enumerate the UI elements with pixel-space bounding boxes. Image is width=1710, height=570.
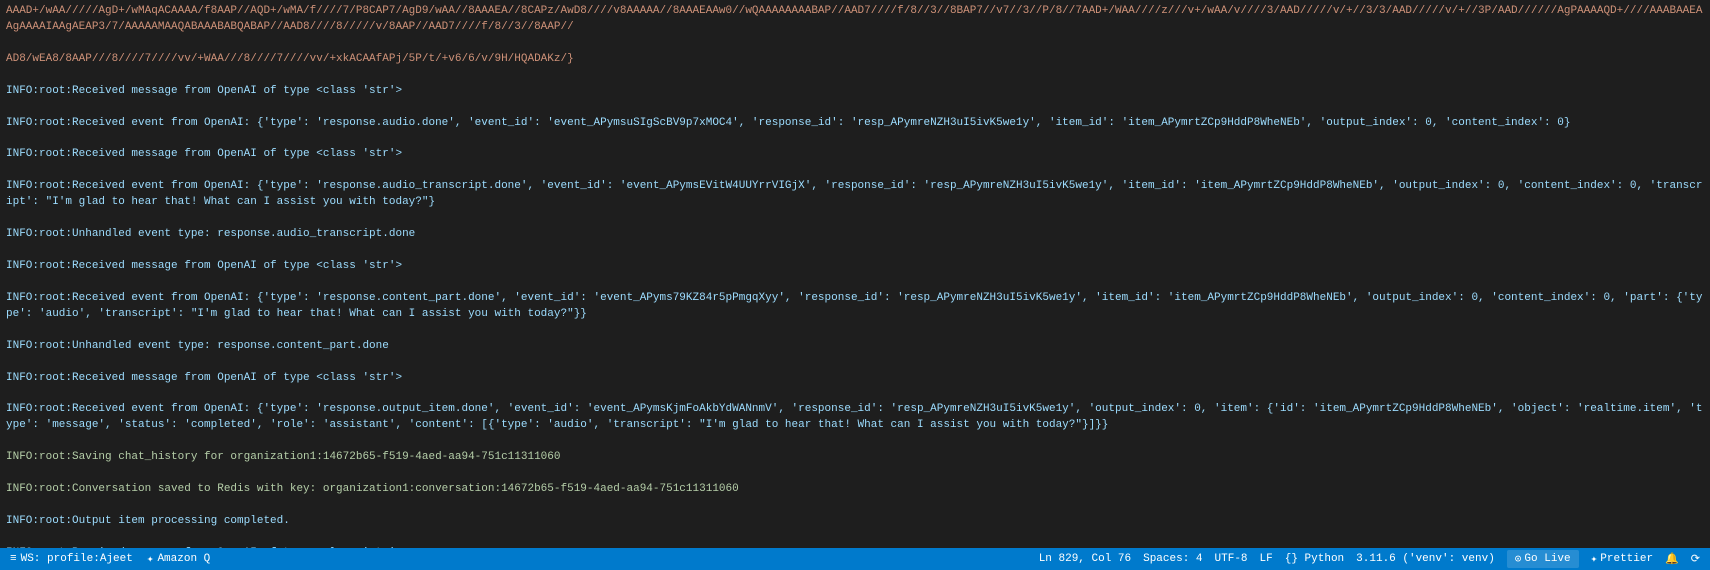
- encoding-label: UTF-8: [1215, 553, 1248, 565]
- sync-button[interactable]: ⟳: [1691, 552, 1700, 566]
- go-live-button[interactable]: ⊙ Go Live: [1507, 550, 1579, 568]
- spaces-label: Spaces: 4: [1143, 553, 1202, 565]
- status-left: ≡ WS: profile:Ajeet ✦ Amazon Q: [10, 552, 1039, 566]
- go-live-label: Go Live: [1524, 553, 1570, 565]
- log-line: INFO:root:Received event from OpenAI: {'…: [6, 179, 1704, 211]
- spaces-indicator[interactable]: Spaces: 4: [1143, 553, 1202, 565]
- sync-icon: ⟳: [1691, 552, 1700, 566]
- python-version[interactable]: 3.11.6 ('venv': venv): [1356, 553, 1495, 565]
- eol-label: LF: [1260, 553, 1273, 565]
- eol-indicator[interactable]: LF: [1260, 553, 1273, 565]
- amazon-q[interactable]: ✦ Amazon Q: [147, 552, 210, 566]
- log-line: AD8/wEA8/8AAP///8////7////vv/+WAA///8///…: [6, 52, 1704, 68]
- language-indicator[interactable]: {} Python: [1285, 553, 1344, 565]
- prettier-icon: ✦: [1591, 552, 1598, 566]
- log-line: INFO:root:Received message from OpenAI o…: [6, 84, 1704, 100]
- encoding-indicator[interactable]: UTF-8: [1215, 553, 1248, 565]
- log-line: AAAD+/wAA/////AgD+/wMAqACAAAA/f8AAP//AQD…: [6, 4, 1704, 36]
- log-line: INFO:root:Received message from OpenAI o…: [6, 371, 1704, 387]
- language-label: {} Python: [1285, 553, 1344, 565]
- position-label: Ln 829, Col 76: [1039, 553, 1131, 565]
- log-line: INFO:root:Received event from OpenAI: {'…: [6, 402, 1704, 434]
- notifications[interactable]: 🔔: [1665, 552, 1679, 566]
- log-line: INFO:root:Saving chat_history for organi…: [6, 450, 1704, 466]
- status-right: Ln 829, Col 76 Spaces: 4 UTF-8 LF {} Pyt…: [1039, 550, 1700, 568]
- prettier-label: Prettier: [1600, 553, 1653, 565]
- amazonq-icon: ✦: [147, 552, 154, 566]
- prettier-button[interactable]: ✦ Prettier: [1591, 552, 1653, 566]
- log-line: INFO:root:Unhandled event type: response…: [6, 227, 1704, 243]
- go-live-icon: ⊙: [1515, 552, 1522, 566]
- ws-profile-label: WS: profile:Ajeet: [21, 553, 133, 565]
- ws-profile[interactable]: ≡ WS: profile:Ajeet: [10, 553, 133, 565]
- status-bar: ≡ WS: profile:Ajeet ✦ Amazon Q Ln 829, C…: [0, 548, 1710, 570]
- terminal-output: AAAD+/wAA/////AgD+/wMAqACAAAA/f8AAP//AQD…: [0, 0, 1710, 548]
- log-line: INFO:root:Received message from OpenAI o…: [6, 147, 1704, 163]
- bell-icon: 🔔: [1665, 552, 1679, 566]
- version-label: 3.11.6 ('venv': venv): [1356, 553, 1495, 565]
- position-indicator[interactable]: Ln 829, Col 76: [1039, 553, 1131, 565]
- log-line: INFO:root:Output item processing complet…: [6, 514, 1704, 530]
- log-line: INFO:root:Received event from OpenAI: {'…: [6, 291, 1704, 323]
- log-line: INFO:root:Unhandled event type: response…: [6, 339, 1704, 355]
- log-line: INFO:root:Conversation saved to Redis wi…: [6, 482, 1704, 498]
- log-line: INFO:root:Received message from OpenAI o…: [6, 259, 1704, 275]
- amazonq-label: Amazon Q: [157, 553, 210, 565]
- ws-icon: ≡: [10, 553, 17, 565]
- log-line: INFO:root:Received event from OpenAI: {'…: [6, 116, 1704, 132]
